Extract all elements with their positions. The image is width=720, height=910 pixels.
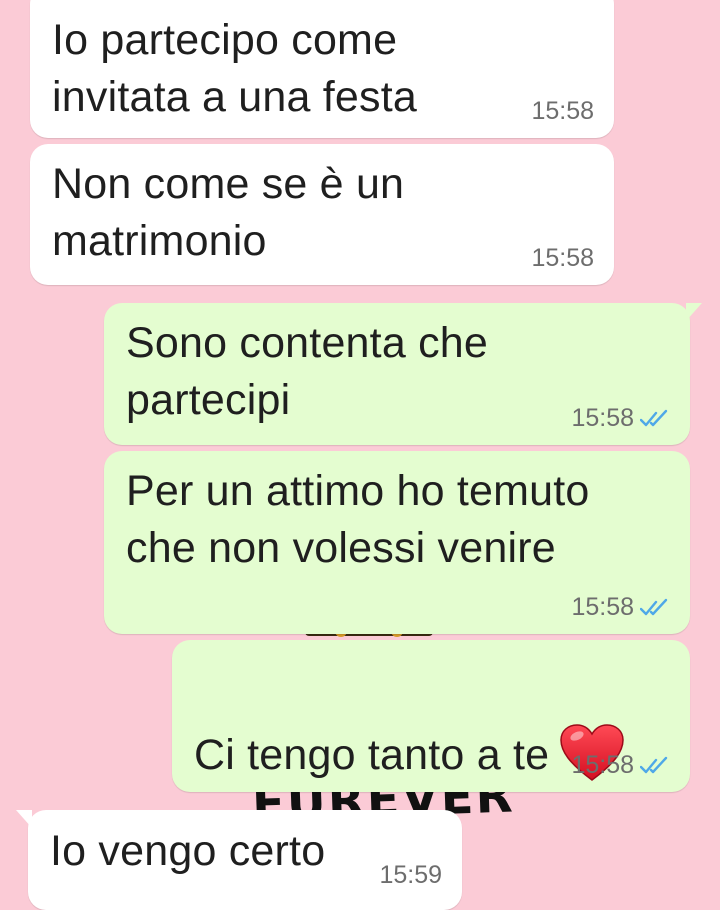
message-meta: 15:58 bbox=[531, 244, 594, 273]
bubble-tail bbox=[686, 303, 702, 321]
message-text: Per un attimo ho temuto che non volessi … bbox=[126, 467, 590, 572]
incoming-message[interactable]: Io vengo certo 15:59 bbox=[16, 810, 462, 910]
message-time: 15:58 bbox=[571, 751, 634, 779]
incoming-message[interactable]: Non come se è un matrimonio 15:58 bbox=[30, 144, 614, 285]
double-check-icon bbox=[640, 409, 668, 426]
double-check-icon bbox=[640, 756, 668, 773]
message-meta: 15:58 bbox=[571, 593, 670, 622]
double-check-icon bbox=[640, 598, 668, 615]
message-meta: 15:58 bbox=[571, 404, 670, 433]
message-text: Io partecipo come invitata a una festa bbox=[52, 16, 417, 121]
outgoing-message[interactable]: Sono contenta che partecipi 15:58 bbox=[104, 303, 702, 445]
message-time: 15:58 bbox=[531, 244, 594, 272]
message-text: Non come se è un matrimonio bbox=[52, 160, 405, 265]
outgoing-message[interactable]: Per un attimo ho temuto che non volessi … bbox=[104, 451, 690, 634]
message-time: 15:58 bbox=[571, 404, 634, 432]
message-time: 15:58 bbox=[571, 593, 634, 621]
message-text: Sono contenta che partecipi bbox=[126, 319, 489, 424]
message-meta: 15:58 bbox=[531, 97, 594, 126]
message-text: Ci tengo tanto a te bbox=[194, 666, 625, 784]
message-time: 15:59 bbox=[379, 861, 442, 889]
message-meta: 15:58 bbox=[571, 751, 670, 780]
message-time: 15:58 bbox=[531, 97, 594, 125]
bubble-tail bbox=[16, 810, 32, 828]
message-text: Io vengo certo bbox=[50, 827, 326, 875]
message-meta: 15:59 bbox=[379, 861, 442, 890]
outgoing-message[interactable]: Ci tengo tanto a te 15:58 bbox=[172, 640, 690, 792]
message-text-content: Ci tengo tanto a te bbox=[194, 731, 550, 779]
incoming-message[interactable]: Io partecipo come invitata a una festa 1… bbox=[30, 0, 614, 138]
chat-area[interactable]: FUREVER Io partecipo come invitata a una… bbox=[0, 0, 720, 910]
